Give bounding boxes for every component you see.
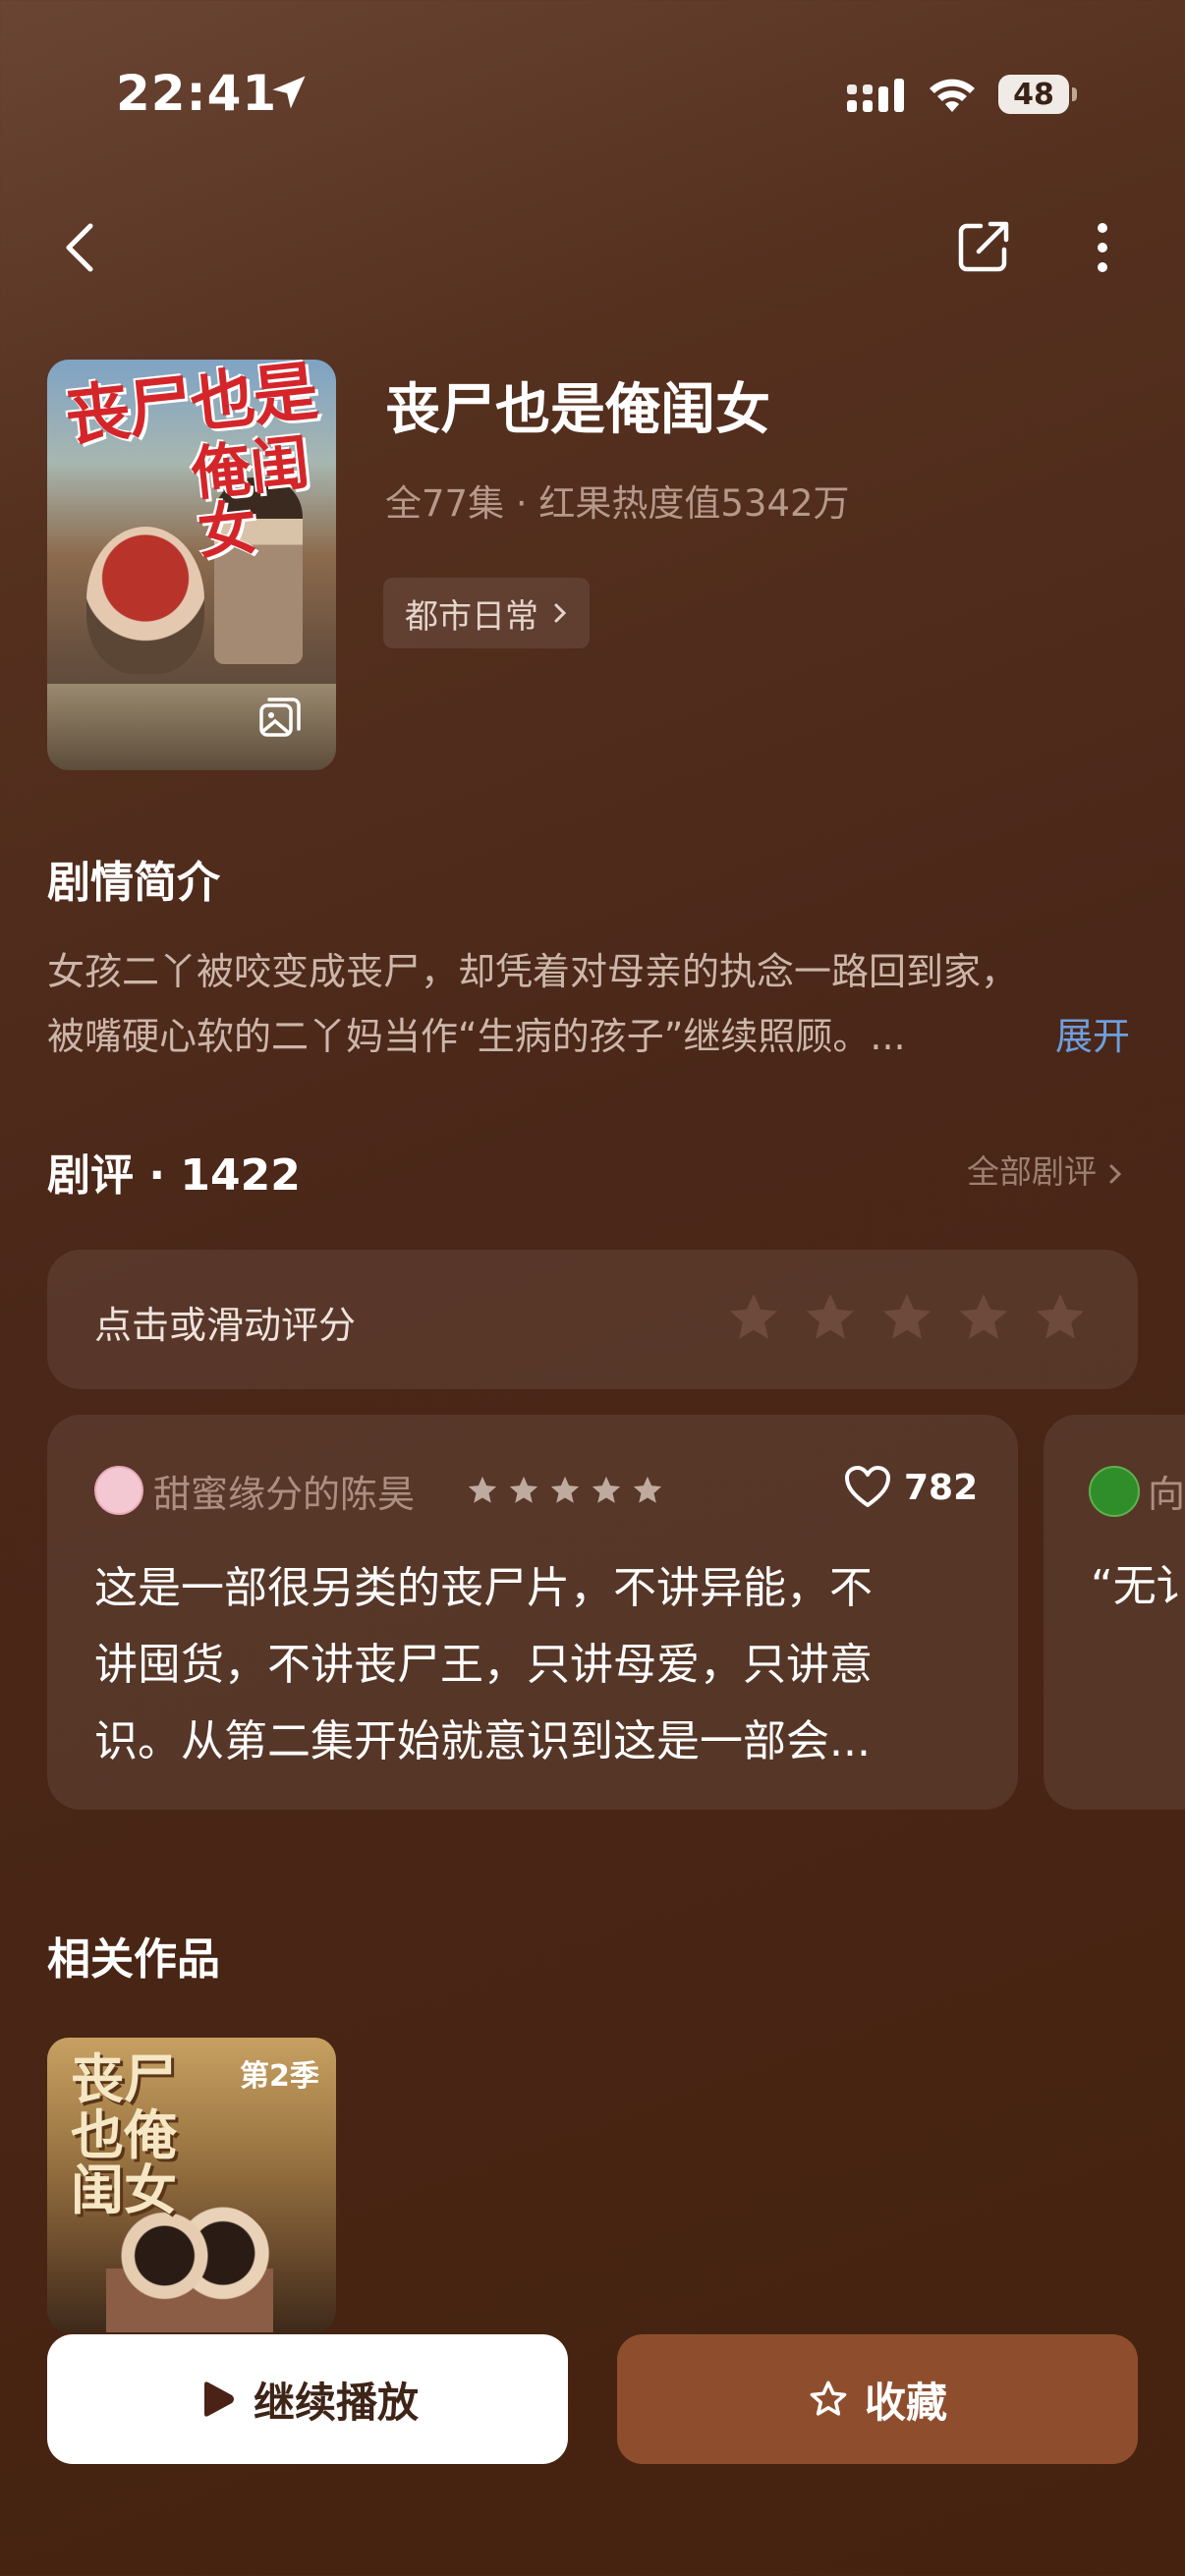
rating-star-icon <box>509 1476 538 1503</box>
reviewer-name: 甜蜜缘分的陈昊 <box>153 1473 416 1516</box>
genre-tag[interactable]: 都市日常 <box>383 578 590 648</box>
back-chevron-icon[interactable] <box>59 218 102 277</box>
cellular-signal-icon <box>847 79 904 112</box>
poster-figure-girl <box>86 527 204 674</box>
favorite-button[interactable]: 收藏 <box>617 2334 1138 2464</box>
rating-star-icon <box>468 1476 497 1503</box>
synopsis-heading: 剧情简介 <box>47 858 220 908</box>
related-poster-title: 丧尸也俺闺女 <box>71 2047 177 2222</box>
chevron-right-icon <box>554 603 567 623</box>
all-reviews-link[interactable]: 全部剧评 <box>967 1146 1123 1193</box>
review-text-line2: 讲囤货，不讲丧尸王，只讲母爱，只讲意 <box>94 1640 873 1690</box>
battery-level: 48 <box>998 75 1069 114</box>
synopsis-text-line2: 被嘴硬心软的二丫妈当作“生病的孩子”继续照顾。... <box>47 1015 906 1058</box>
rating-star-icon <box>633 1476 662 1503</box>
rating-star-icon <box>550 1476 580 1503</box>
reviews-heading: 剧评 · 1422 <box>47 1150 301 1201</box>
rate-star-3-icon[interactable] <box>878 1289 935 1346</box>
show-meta: 全77集 · 红果热度值5342万 <box>385 482 850 525</box>
related-poster[interactable]: 丧尸也俺闺女 第2季 <box>47 2038 336 2332</box>
expand-link[interactable]: 展开 <box>1055 1006 1130 1060</box>
review-text-line1: “无讠 <box>1091 1561 1185 1611</box>
genre-label: 都市日常 <box>405 596 538 637</box>
rate-star-2-icon[interactable] <box>802 1289 859 1346</box>
more-vertical-icon[interactable] <box>1081 218 1124 277</box>
star-outline-icon <box>810 2380 847 2416</box>
continue-play-button[interactable]: 继续播放 <box>47 2334 568 2464</box>
related-poster-figures <box>106 2205 273 2332</box>
play-icon <box>203 2381 234 2417</box>
all-reviews-label: 全部剧评 <box>967 1152 1097 1191</box>
favorite-label: 收藏 <box>864 2378 947 2427</box>
battery-tip <box>1072 87 1077 101</box>
rate-star-4-icon[interactable] <box>955 1289 1012 1346</box>
rating-star-icon <box>592 1476 621 1503</box>
heart-icon[interactable] <box>843 1464 892 1509</box>
review-text-line3: 识。从第二集开始就意识到这是一部会... <box>94 1716 871 1766</box>
rate-star-5-icon[interactable] <box>1032 1289 1089 1346</box>
poster-title-line2: 俺闺女 <box>188 428 313 569</box>
reviewer-avatar <box>94 1466 143 1515</box>
review-text-line1: 这是一部很另类的丧尸片，不讲异能，不 <box>94 1563 873 1613</box>
battery-indicator: 48 <box>998 75 1077 114</box>
reviewer-name: 向 <box>1148 1473 1185 1516</box>
rating-prompt: 点击或滑动评分 <box>94 1304 357 1347</box>
like-count: 782 <box>904 1468 979 1508</box>
gallery-icon[interactable] <box>255 694 305 743</box>
location-arrow-icon <box>272 76 306 109</box>
wifi-icon <box>930 79 975 112</box>
share-icon[interactable] <box>955 216 1014 275</box>
reviewer-avatar <box>1089 1466 1140 1517</box>
rate-star-1-icon[interactable] <box>725 1289 782 1346</box>
season-badge: 第2季 <box>240 2059 319 2094</box>
show-title: 丧尸也是俺闺女 <box>385 378 770 442</box>
synopsis-text-line1: 女孩二丫被咬变成丧尸，却凭着对母亲的执念一路回到家， <box>47 950 1019 993</box>
continue-play-label: 继续播放 <box>253 2378 419 2427</box>
chevron-right-icon <box>1109 1164 1121 1183</box>
show-poster[interactable]: 丧尸也是 俺闺女 <box>47 360 336 770</box>
related-heading: 相关作品 <box>47 1934 220 1985</box>
status-time: 22:41 <box>116 65 278 122</box>
